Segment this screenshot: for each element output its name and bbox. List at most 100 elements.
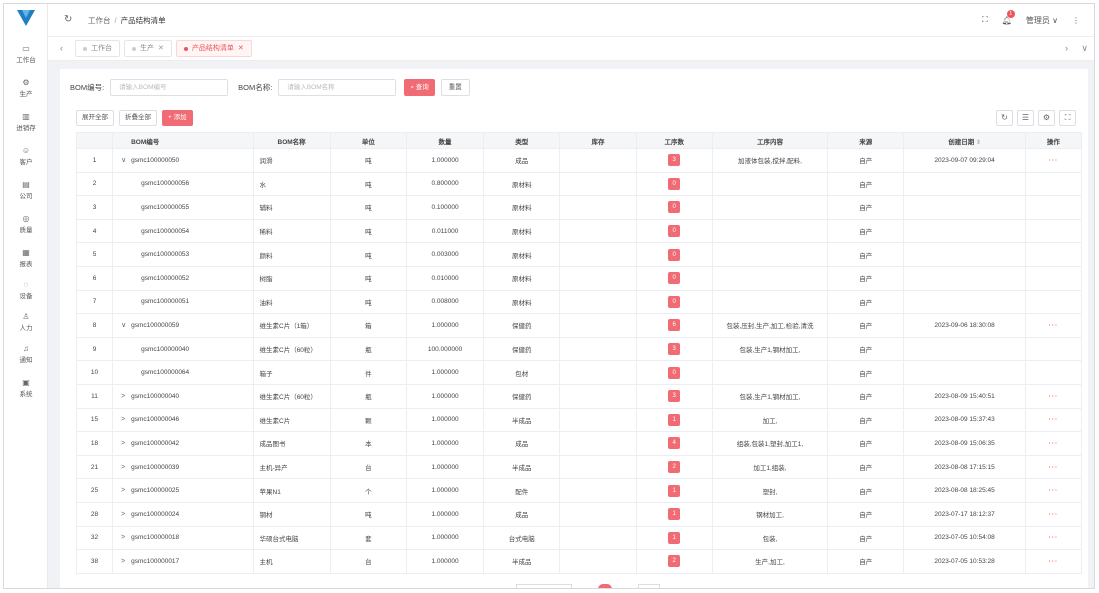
table-row[interactable]: 28 > gsmc100000024 钢材 吨 1.000000 成品 1 钢材加工, 自产 202… — [75, 501, 1083, 527]
more-actions-icon[interactable]: ··· — [1049, 464, 1059, 471]
expand-chevron-icon[interactable]: > — [121, 534, 131, 541]
notification-bell-icon[interactable]: 🔔︎ 1 — [1002, 9, 1015, 25]
table-row[interactable]: 25 > gsmc100000025 苹果N1 个 1.000000 配件 1 塑封, 自产 202… — [75, 478, 1083, 503]
tab-close-icon[interactable]: ✕ — [238, 40, 244, 57]
collapse-chevron-icon[interactable]: ∨ — [121, 156, 131, 164]
expand-chevron-icon[interactable]: > — [121, 416, 131, 423]
more-actions-icon[interactable]: ··· — [1049, 440, 1059, 447]
unit-cell: 吨 — [329, 501, 407, 527]
page-size-select[interactable] — [516, 584, 572, 588]
expand-chevron-icon[interactable]: > — [121, 440, 131, 447]
more-actions-icon[interactable]: ··· — [1049, 393, 1059, 400]
table-row[interactable]: 38 > gsmc100000017 主机 台 1.000000 半成品 2 生产,加工, 自产 2… — [75, 549, 1083, 574]
fullscreen-table-icon[interactable]: ⛶ — [1059, 110, 1076, 126]
sidebar-item[interactable]: ◌ 设备 — [4, 280, 48, 300]
expand-chevron-icon[interactable]: > — [121, 558, 131, 565]
bom-code-cell: > gsmc100000018 — [112, 525, 254, 551]
more-actions-icon[interactable]: ··· — [1049, 416, 1059, 423]
sidebar-item[interactable]: ▦ 报表 — [4, 248, 48, 268]
sidebar-item[interactable]: ▥ 进销存 — [4, 112, 48, 132]
table-row[interactable]: 11 > gsmc100000040 维生素C片（60粒） 瓶 1.000000 保健药 3 包… — [75, 383, 1083, 409]
more-vertical-icon[interactable]: ⋮ — [1072, 16, 1080, 25]
tabs-scroll-right-icon[interactable]: › — [1065, 43, 1068, 53]
tabs-menu-chevron-icon[interactable]: ∨ — [1081, 43, 1088, 54]
source-cell-text: 自产 — [859, 394, 873, 402]
more-actions-icon[interactable]: ··· — [1049, 487, 1059, 494]
bom-name-cell-text: 华硕台式电脑 — [259, 535, 299, 543]
source-cell: 自产 — [827, 431, 905, 456]
type-cell-text: 台式电脑 — [508, 535, 535, 543]
tabs-scroll-left-icon[interactable]: ‹ — [60, 43, 63, 53]
process-content-cell: 包装,生产1,钢材加工, — [711, 336, 829, 362]
add-button[interactable]: + 添加 — [162, 110, 193, 126]
table-row[interactable]: 7 gsmc100000051 油料 吨 0.008000 原材料 0 自产 — [75, 289, 1083, 315]
actions-cell: ··· — [1024, 407, 1083, 433]
quantity-cell: 1.000000 — [405, 407, 485, 433]
table-row[interactable]: 18 > gsmc100000042 成品图书 本 1.000000 成品 4 组装,包装1,塑… — [75, 431, 1083, 456]
bom-name-cell: 维生素C片（1箱） — [252, 313, 331, 338]
table-row[interactable]: 32 > gsmc100000018 华硕台式电脑 套 1.000000 台式电脑 1 包装, 自… — [75, 525, 1083, 551]
sidebar-item[interactable]: ▤ 公司 — [4, 180, 48, 200]
sidebar-item[interactable]: ⚙ 生产 — [4, 78, 48, 98]
bom-code-input[interactable]: 请输入BOM编号 — [110, 78, 229, 96]
user-menu[interactable]: 管理员 ∨ — [1026, 15, 1058, 26]
collapse-all-button[interactable]: 折叠全部 — [119, 110, 157, 126]
expand-chevron-icon[interactable]: > — [121, 487, 131, 494]
table-row[interactable]: 6 gsmc100000052 树脂 吨 0.010000 原材料 0 自产 — [75, 265, 1083, 291]
row-index-cell: 9 — [75, 336, 114, 362]
sidebar-item-label: 质量 — [19, 227, 33, 234]
table-row[interactable]: 2 gsmc100000056 水 吨 0.800000 原材料 0 自产 — [75, 171, 1083, 197]
sidebar-item[interactable]: ♙ 人力 — [4, 312, 48, 332]
bom-name-input[interactable]: 请输入BOM名称 — [278, 78, 397, 96]
expand-chevron-icon[interactable]: > — [121, 393, 131, 400]
created-date-cell: 2023-08-09 15:40:51 — [903, 383, 1026, 409]
refresh-table-icon[interactable]: ↻ — [996, 110, 1013, 126]
collapse-chevron-icon[interactable]: ∨ — [121, 321, 131, 329]
sidebar-item[interactable]: ▣ 系统 — [4, 378, 48, 398]
expand-chevron-icon[interactable]: > — [121, 511, 131, 518]
bom-code-cell: gsmc100000064 — [112, 360, 254, 385]
expand-chevron-icon[interactable]: > — [121, 464, 131, 471]
more-actions-icon[interactable]: ··· — [1049, 558, 1059, 565]
row-index-cell-text: 9 — [92, 345, 97, 353]
chevron-down-icon: ∨ — [1052, 15, 1058, 25]
more-actions-icon[interactable]: ··· — [1049, 511, 1059, 518]
sidebar-item[interactable]: ◎ 质量 — [4, 214, 48, 234]
step-count-badge: 3 — [668, 390, 681, 403]
density-icon[interactable]: ☰ — [1017, 110, 1034, 126]
sidebar-item[interactable]: ♫ 通知 — [4, 344, 48, 364]
tab[interactable]: 生产 ✕ — [124, 40, 172, 57]
sidebar-item[interactable]: ▭ 工作台 — [4, 44, 48, 64]
refresh-icon[interactable]: ↻ — [64, 14, 72, 25]
query-button[interactable]: ⌕ 查询 — [404, 78, 435, 96]
sidebar-item[interactable]: ☺ 客户 — [4, 146, 48, 166]
expand-all-button[interactable]: 展开全部 — [76, 110, 114, 126]
reset-button[interactable]: 重置 — [440, 78, 470, 96]
fullscreen-icon[interactable]: ⛶ — [982, 15, 988, 25]
table-row[interactable]: 1 ∨ gsmc100000050 润滑 吨 1.000000 成品 3 加液体包装,搅拌,配料… — [75, 148, 1083, 173]
stock-cell — [559, 195, 637, 220]
table-row[interactable]: 4 gsmc100000054 稀料 吨 0.011000 原材料 0 自产 — [75, 218, 1083, 244]
table-row[interactable]: 15 > gsmc100000046 维生素C片 颗 1.000000 半成品 1 加工, 自产 2… — [75, 407, 1083, 433]
more-actions-icon[interactable]: ··· — [1049, 322, 1059, 329]
breadcrumb-item[interactable]: 工作台 — [88, 16, 111, 25]
tab[interactable]: 工作台 — [75, 40, 120, 57]
table-row[interactable]: 9 gsmc100000040 维生素C片（60粒） 瓶 100.000000 保健药 3 包… — [75, 336, 1083, 362]
more-actions-icon[interactable]: ··· — [1049, 157, 1059, 164]
table-row[interactable]: 10 gsmc100000064 箱子 件 1.000000 包材 0 自产 — [75, 360, 1083, 385]
tab-close-icon[interactable]: ✕ — [158, 40, 164, 57]
sort-icon[interactable]: ⇕ — [974, 140, 981, 146]
more-actions-icon[interactable]: ··· — [1049, 534, 1059, 541]
bom-code-text: gsmc100000053 — [141, 251, 190, 259]
created-date-cell: 2023-07-05 10:53:28 — [903, 549, 1026, 574]
page-jump-input[interactable] — [638, 584, 660, 588]
row-index-cell-text: 15 — [90, 416, 99, 424]
column-settings-icon[interactable]: ⚙ — [1038, 110, 1055, 126]
tab[interactable]: 产品结构清单 ✕ — [175, 40, 252, 57]
table-row[interactable]: 21 > gsmc100000039 主机-异产 台 1.000000 半成品 2 加工1,组装… — [75, 454, 1083, 480]
current-page[interactable] — [598, 584, 612, 588]
table-row[interactable]: 5 gsmc100000053 颜料 吨 0.003000 原材料 0 自产 — [75, 242, 1083, 267]
step-count-cell: 0 — [635, 195, 713, 220]
table-row[interactable]: 8 ∨ gsmc100000059 维生素C片（1箱） 箱 1.000000 保健药 6 包装,… — [75, 313, 1083, 338]
table-row[interactable]: 3 gsmc100000055 辅料 吨 0.100000 原材料 0 自产 — [75, 195, 1083, 220]
